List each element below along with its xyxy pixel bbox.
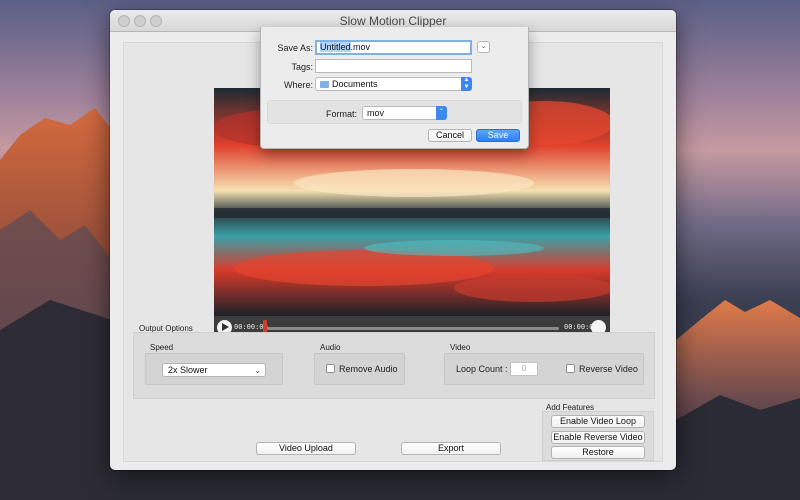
timeline-scrubber[interactable] xyxy=(264,327,559,330)
save-as-label: Save As: xyxy=(277,43,313,53)
save-dialog: Save As: Untitled.mov ⌄ Tags: Where: Doc… xyxy=(260,27,529,149)
enable-reverse-video-button[interactable]: Enable Reverse Video xyxy=(551,431,645,444)
export-button[interactable]: Export xyxy=(401,442,501,455)
zoom-window-button[interactable] xyxy=(150,15,162,27)
speed-select[interactable]: 2x Slower ⌄ xyxy=(162,363,266,377)
save-button[interactable]: Save xyxy=(476,129,520,142)
remove-audio-checkbox[interactable]: Remove Audio xyxy=(326,364,398,374)
enable-video-loop-button[interactable]: Enable Video Loop xyxy=(551,415,645,428)
restore-button[interactable]: Restore xyxy=(551,446,645,459)
chevron-down-icon: ⌄ xyxy=(436,106,447,120)
audio-box: Remove Audio xyxy=(314,353,405,385)
tags-input[interactable] xyxy=(315,59,472,73)
tags-label: Tags: xyxy=(291,62,313,72)
speed-select-value: 2x Slower xyxy=(168,365,208,375)
up-down-arrows-icon: ▲ ▼ xyxy=(461,77,472,91)
video-label: Video xyxy=(450,343,471,352)
reverse-video-checkbox[interactable]: Reverse Video xyxy=(566,364,638,374)
folder-icon xyxy=(320,81,329,88)
video-upload-button[interactable]: Video Upload xyxy=(256,442,356,455)
expand-dialog-button[interactable]: ⌄ xyxy=(477,41,490,53)
loop-count-input[interactable]: 0 xyxy=(510,362,538,376)
checkbox-icon xyxy=(566,364,575,373)
format-popup[interactable]: mov ⌄ xyxy=(362,106,447,120)
output-options-group: Speed 2x Slower ⌄ Audio Remove Audio Vid… xyxy=(133,332,655,399)
where-popup[interactable]: Documents ▲ ▼ xyxy=(315,77,472,91)
cancel-button[interactable]: Cancel xyxy=(428,129,472,142)
audio-label: Audio xyxy=(320,343,341,352)
video-box: Loop Count : 0 Reverse Video xyxy=(444,353,644,385)
checkbox-icon xyxy=(326,364,335,373)
close-window-button[interactable] xyxy=(118,15,130,27)
minimize-window-button[interactable] xyxy=(134,15,146,27)
speed-box: 2x Slower ⌄ xyxy=(145,353,283,385)
chevron-down-icon: ⌄ xyxy=(254,366,261,375)
speed-label: Speed xyxy=(150,343,174,352)
loop-count-label: Loop Count : xyxy=(456,364,508,374)
filename-input[interactable]: Untitled.mov xyxy=(315,40,472,55)
format-label: Format: xyxy=(325,109,357,119)
where-label: Where: xyxy=(283,80,313,90)
